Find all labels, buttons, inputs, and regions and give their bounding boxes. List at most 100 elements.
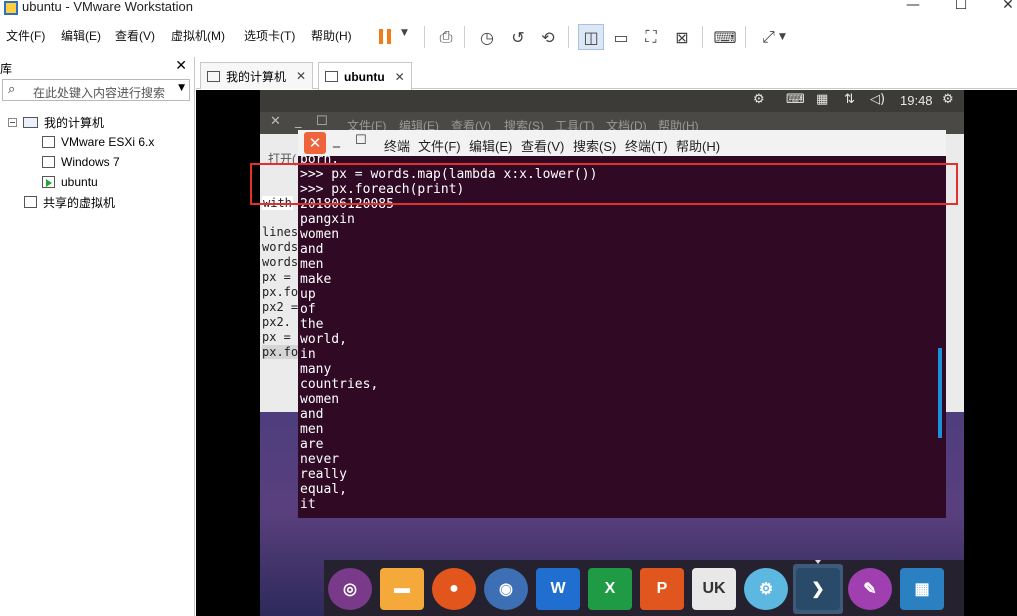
search-icon: ⌕ <box>8 82 16 97</box>
bg-minimize-icon[interactable]: _ <box>295 114 302 129</box>
terminal-maximize-icon[interactable]: ☐ <box>355 133 367 148</box>
search-dropdown-icon[interactable]: ▼ <box>178 83 185 93</box>
volume-icon[interactable]: ◁) <box>870 92 885 107</box>
tab-label: ubuntu <box>344 69 385 84</box>
network-icon[interactable]: ⇅ <box>844 92 855 107</box>
fullscreen-icon[interactable]: ⛶ <box>638 24 664 50</box>
menu-file[interactable]: 文件(F) <box>6 27 45 44</box>
vm-running-icon <box>42 176 55 188</box>
tree-item-shared[interactable]: 共享的虚拟机 <box>24 193 115 211</box>
ubuntu-logo-icon[interactable]: ◎ <box>328 568 372 610</box>
terminal-line: never <box>300 452 340 467</box>
tab-close-icon[interactable]: ✕ <box>296 69 306 83</box>
calendar-icon[interactable]: ▦ <box>816 92 828 107</box>
tabs-view-icon[interactable]: ▭ <box>608 24 634 50</box>
bg-line: px = <box>262 330 291 344</box>
library-view-icon[interactable]: ◫ <box>578 24 604 50</box>
vm-icon <box>42 136 55 148</box>
terminal-line: really <box>300 467 347 482</box>
terminal-close-button[interactable]: ✕ <box>304 132 326 154</box>
bg-close-icon[interactable]: ✕ <box>270 114 281 129</box>
minimize-button[interactable]: — <box>890 0 936 17</box>
tab-ubuntu[interactable]: ubuntu ✕ <box>318 62 412 90</box>
unity-icon[interactable]: ⊠ <box>669 24 695 50</box>
shared-vm-icon <box>24 196 37 208</box>
text-editor-icon[interactable]: ✎ <box>848 568 892 610</box>
software-center-icon[interactable]: UK <box>692 568 736 610</box>
bg-maximize-icon[interactable]: ☐ <box>316 114 328 129</box>
terminal-menu-file[interactable]: 文件(F) <box>418 136 461 155</box>
terminal-menu-view[interactable]: 查看(V) <box>521 136 564 155</box>
clock[interactable]: 19:48 <box>900 93 933 108</box>
impress-icon[interactable]: P <box>640 568 684 610</box>
terminal-scrollbar[interactable] <box>938 348 942 438</box>
library-title: 库 <box>0 62 13 76</box>
tree-item-windows7[interactable]: Windows 7 <box>42 153 120 171</box>
writer-icon[interactable]: W <box>536 568 580 610</box>
menu-edit[interactable]: 编辑(E) <box>61 27 101 44</box>
tree-item-esxi[interactable]: VMware ESXi 6.x <box>42 133 154 151</box>
tree-item-ubuntu[interactable]: ubuntu <box>42 173 98 191</box>
collapse-icon[interactable]: − <box>8 117 17 127</box>
tree-label: VMware ESXi 6.x <box>61 135 155 149</box>
console-icon[interactable]: ⌨ <box>712 24 738 50</box>
tree-label: 共享的虚拟机 <box>43 195 116 210</box>
terminal-line: are <box>300 437 324 452</box>
bg-line: px.fo <box>262 285 299 299</box>
terminal-dock-icon[interactable]: ❯ <box>796 568 840 610</box>
firefox-icon[interactable]: ● <box>432 568 476 610</box>
library-header: 库 ✕ <box>0 57 195 79</box>
tree-label: ubuntu <box>61 175 98 189</box>
terminal-menu-terminal[interactable]: 终端(T) <box>625 136 668 155</box>
vmware-app-icon <box>4 1 18 15</box>
calc-icon[interactable]: X <box>588 568 632 610</box>
tab-my-computer[interactable]: 我的计算机 ✕ <box>200 62 314 89</box>
snapshot-manager-icon[interactable]: ⟲ <box>535 24 561 50</box>
indicator-icon[interactable]: ⚙ <box>753 92 765 107</box>
terminal-minimize-icon[interactable]: _ <box>333 132 340 148</box>
stretch-view-icon[interactable]: ⤢ ▼ <box>754 24 794 50</box>
tree-item-my-computer[interactable]: − 我的计算机 <box>8 113 104 131</box>
keyboard-icon[interactable]: ⌨ <box>786 92 805 107</box>
computer-icon <box>207 70 220 82</box>
tab-close-icon[interactable]: ✕ <box>395 70 405 84</box>
menu-tabs[interactable]: 选项卡(T) <box>244 27 295 44</box>
revert-snapshot-icon[interactable]: ↺ <box>505 24 531 50</box>
maximize-button[interactable]: ☐ <box>938 0 984 17</box>
terminal-line: men <box>300 422 324 437</box>
tree-label: Windows 7 <box>61 155 120 169</box>
library-close-icon[interactable]: ✕ <box>175 58 187 74</box>
snapshot-icon[interactable]: ◷ <box>474 24 500 50</box>
settings-gear-icon[interactable]: ⚙ <box>942 92 954 107</box>
close-button[interactable]: ✕ <box>985 0 1017 17</box>
menu-toolbar: 文件(F) 编辑(E) 查看(V) 虚拟机(M) 选项卡(T) 帮助(H) ▼ … <box>0 18 1017 56</box>
workspaces-icon[interactable]: ▦ <box>900 568 944 610</box>
menu-help[interactable]: 帮助(H) <box>311 27 352 44</box>
terminal-line: pangxin <box>300 212 355 227</box>
system-settings-icon[interactable]: ⚙ <box>744 568 788 610</box>
send-ctrl-alt-del-icon[interactable]: ⎙ <box>433 24 459 50</box>
chromium-icon[interactable]: ◉ <box>484 568 528 610</box>
terminal-menu-edit[interactable]: 编辑(E) <box>469 136 512 155</box>
terminal-menu-search[interactable]: 搜索(S) <box>573 136 616 155</box>
terminal-line: world, <box>300 332 347 347</box>
bg-line: words <box>262 255 299 269</box>
terminal-title: 终端 <box>384 139 411 154</box>
pause-button[interactable]: ▼ <box>372 24 412 50</box>
menu-view[interactable]: 查看(V) <box>115 27 155 44</box>
bg-line: lines <box>262 225 299 239</box>
terminal-line: the <box>300 317 324 332</box>
library-search-input[interactable]: ⌕ 在此处键入内容进行搜索 ▼ <box>2 79 190 101</box>
terminal-line: up <box>300 287 316 302</box>
ubuntu-dock: ◎ ▬ ● ◉ W X P UK ⚙ ❯ ✎ ▦ 🗑 <box>324 560 964 616</box>
terminal-output[interactable]: born. >>> px = words.map(lambda x:x.lower… <box>298 156 946 518</box>
terminal-line: equal, <box>300 482 347 497</box>
computer-icon <box>23 116 38 128</box>
files-icon[interactable]: ▬ <box>380 568 424 610</box>
tab-label: 我的计算机 <box>226 69 287 84</box>
terminal-menu-help[interactable]: 帮助(H) <box>676 136 720 155</box>
terminal-line: men <box>300 257 324 272</box>
bg-line: px = <box>262 270 291 284</box>
vm-icon <box>42 156 55 168</box>
menu-vm[interactable]: 虚拟机(M) <box>171 27 225 44</box>
